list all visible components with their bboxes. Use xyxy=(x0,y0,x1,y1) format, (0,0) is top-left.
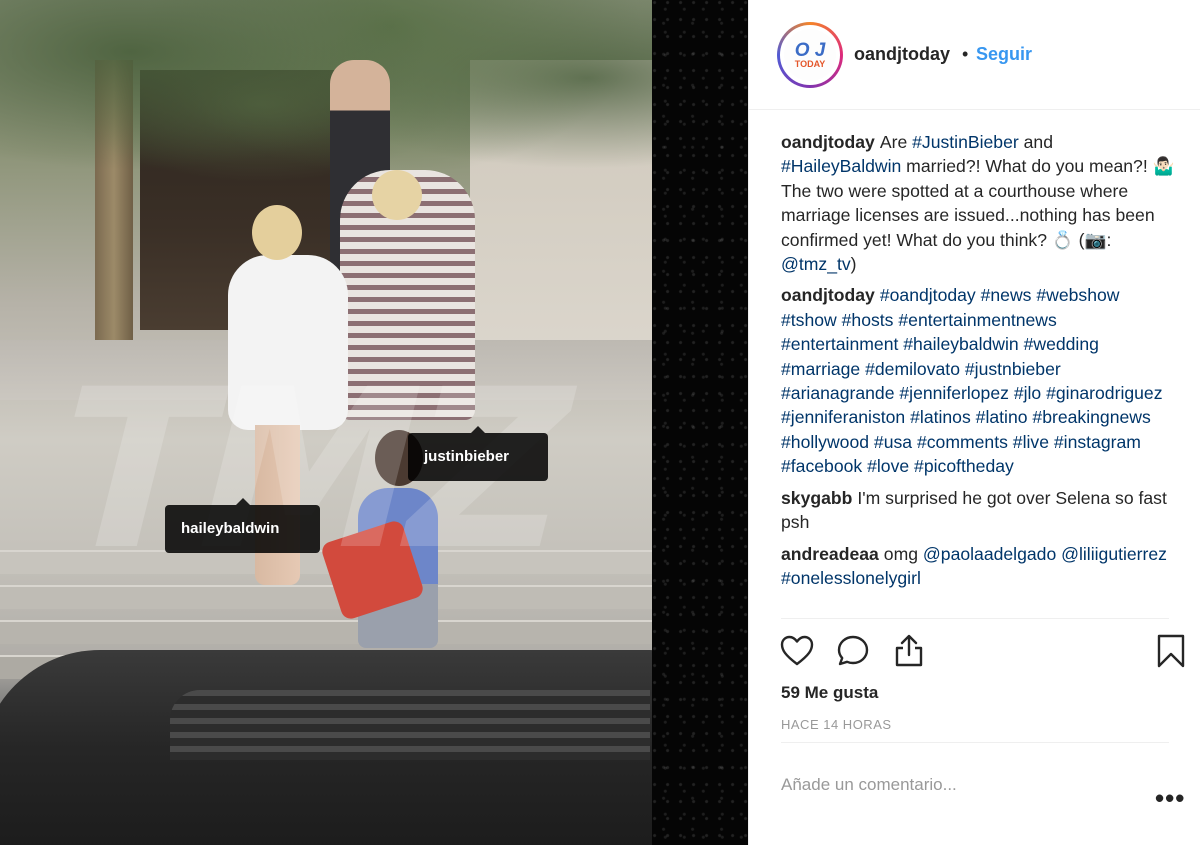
hashtag-link[interactable]: #picoftheday xyxy=(914,456,1014,476)
hashtag-link[interactable]: #ginarodriguez xyxy=(1046,383,1162,403)
photo-car-window xyxy=(170,690,650,760)
avatar-logo-bottom: TODAY xyxy=(794,59,826,69)
like-button[interactable] xyxy=(779,633,815,669)
author-avatar[interactable]: O J TODAY xyxy=(777,22,843,88)
comment-item: skygabb I'm surprised he got over Selena … xyxy=(781,486,1176,535)
hashtag-link[interactable]: #comments xyxy=(917,432,1008,452)
photo-watermark: TMZ xyxy=(35,370,591,570)
avatar-frame: O J TODAY xyxy=(780,25,840,85)
save-button[interactable] xyxy=(1153,633,1189,669)
hashtag-link[interactable]: #love xyxy=(867,456,909,476)
comments-list: oandjtoday Are #JustinBieber and #HaileyB… xyxy=(781,130,1176,618)
hashtag-link[interactable]: #breakingnews xyxy=(1032,407,1150,427)
hashtag-link[interactable]: #jlo xyxy=(1014,383,1041,403)
hashtag-link[interactable]: #jenniferaniston xyxy=(781,407,905,427)
post-timestamp[interactable]: HACE 14 HORAS xyxy=(781,717,892,732)
hashtag-link[interactable]: #hollywood xyxy=(781,432,869,452)
hashtag-link[interactable]: #demilovato xyxy=(865,359,960,379)
hashtag-link[interactable]: #latinos xyxy=(910,407,971,427)
hashtag-link[interactable]: #webshow xyxy=(1036,285,1119,305)
avatar-logo-top: O J xyxy=(794,40,826,61)
hashtag-link[interactable]: #usa xyxy=(874,432,912,452)
post-side-panel: O J TODAY oandjtoday • Seguir oandjtoday… xyxy=(748,0,1200,845)
bookmark-icon xyxy=(1157,634,1185,668)
mention-link[interactable]: @liliigutierrez xyxy=(1061,544,1167,564)
comment-text: ) xyxy=(850,254,857,275)
comment-item: andreadeaa omg @paolaadelgado @liliigutie… xyxy=(781,542,1176,591)
user-tag-haileybaldwin[interactable]: haileybaldwin xyxy=(165,498,320,553)
hashtag-link[interactable]: #haileybaldwin xyxy=(903,334,1018,354)
divider xyxy=(781,618,1169,619)
author-username[interactable]: oandjtoday xyxy=(854,44,950,65)
heart-icon xyxy=(780,635,814,666)
photo-foliage xyxy=(0,0,652,260)
hashtag-link[interactable]: #jenniferlopez xyxy=(899,383,1009,403)
hashtag-link[interactable]: #oandjtoday xyxy=(880,285,976,305)
hashtag-link[interactable]: #onelesslonelygirl xyxy=(781,568,921,588)
hashtag-link[interactable]: #justnbieber xyxy=(965,359,1061,379)
mention-link[interactable]: @paolaadelgado xyxy=(923,544,1056,564)
post-media: TMZ haileybaldwin justinbieber xyxy=(0,0,748,845)
likes-count[interactable]: 59 Me gusta xyxy=(781,683,878,703)
hashtag-link[interactable]: #JustinBieber xyxy=(912,132,1019,152)
hashtag-link[interactable]: #arianagrande xyxy=(781,383,894,403)
comment-username[interactable]: oandjtoday xyxy=(781,285,875,305)
comment-username[interactable]: oandjtoday xyxy=(781,132,875,152)
add-comment-input[interactable] xyxy=(781,770,1111,800)
post-header: O J TODAY oandjtoday • Seguir xyxy=(749,0,1200,110)
comment-text: omg xyxy=(883,543,923,564)
hashtag-link[interactable]: #tshow xyxy=(781,310,837,330)
comment-username[interactable]: andreadeaa xyxy=(781,544,879,564)
post-photo[interactable]: TMZ xyxy=(0,0,652,845)
hashtag-link[interactable]: #news xyxy=(981,285,1032,305)
more-options-icon[interactable]: ••• xyxy=(1155,785,1185,812)
hashtag-link[interactable]: #hosts xyxy=(842,310,894,330)
photo-step xyxy=(0,620,652,644)
header-separator: • xyxy=(962,44,969,64)
mention-link[interactable]: @tmz_tv xyxy=(781,254,851,274)
share-button[interactable] xyxy=(891,633,927,669)
comment-text: Are xyxy=(879,132,913,152)
hashtag-link[interactable]: #HaileyBaldwin xyxy=(781,156,901,176)
divider xyxy=(781,742,1169,743)
hashtag-link[interactable]: #latino xyxy=(976,407,1028,427)
hashtag-link[interactable]: #facebook xyxy=(781,456,862,476)
comment-bubble-icon xyxy=(837,635,869,666)
hashtag-link[interactable]: #live xyxy=(1013,432,1049,452)
avatar-logo: O J TODAY xyxy=(784,29,836,81)
comment-username[interactable]: skygabb xyxy=(781,488,852,508)
follow-button[interactable]: Seguir xyxy=(976,44,1032,65)
comment-item: oandjtoday Are #JustinBieber and #HaileyB… xyxy=(781,130,1176,276)
comment-item: oandjtoday #oandjtoday #news #webshow #ts… xyxy=(781,283,1176,478)
hashtag-link[interactable]: #wedding xyxy=(1024,334,1099,354)
hashtag-link[interactable]: #marriage xyxy=(781,359,860,379)
comment-text: and xyxy=(1018,132,1053,152)
photo-person-white-head xyxy=(252,205,302,260)
photo-step xyxy=(0,585,652,609)
user-tag-justinbieber[interactable]: justinbieber xyxy=(408,426,548,481)
share-upload-icon xyxy=(895,634,923,667)
media-letterbox xyxy=(652,0,748,845)
comment-button[interactable] xyxy=(835,633,871,669)
hashtag-link[interactable]: #instagram xyxy=(1054,432,1141,452)
photo-person-striped-head xyxy=(372,170,422,220)
hashtag-link[interactable]: #entertainmentnews xyxy=(898,310,1056,330)
hashtag-link[interactable]: #entertainment xyxy=(781,334,898,354)
